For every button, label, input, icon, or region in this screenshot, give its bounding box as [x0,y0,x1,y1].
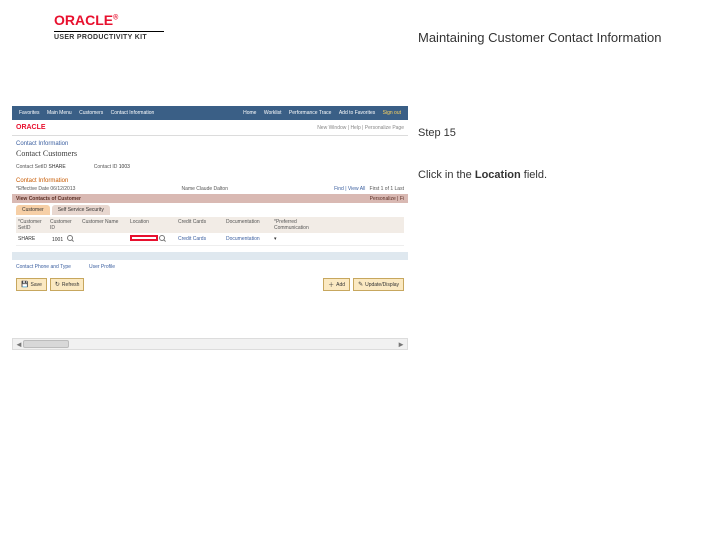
save-icon: 💾 [21,281,28,288]
nav-link[interactable]: Worklist [264,110,282,116]
collapsed-section[interactable] [12,252,408,260]
nav-item[interactable]: Contact Information [111,110,155,116]
scroll-thumb[interactable] [23,340,69,348]
link-phone-type[interactable]: Contact Phone and Type [16,264,71,270]
grid-header-bar: View Contacts of Customer Personalize | … [12,194,408,203]
location-field-highlight[interactable] [130,235,158,241]
nav-link[interactable]: Add to Favorites [339,110,375,116]
oracle-logo-small: ORACLE [16,124,46,131]
nav-link[interactable]: Home [243,110,256,116]
cell-custid[interactable]: 1001 [48,235,80,243]
tab-customer[interactable]: Customer [16,205,50,215]
add-label: Add [336,282,345,288]
nav-link-signout[interactable]: Sign out [383,110,401,116]
col-docu: Documentation [224,219,272,231]
update-button[interactable]: ✎Update/Display [353,278,404,291]
value-effdate: 06/12/2013 [50,186,75,192]
nav-item[interactable]: Main Menu [47,110,72,116]
grid-title: View Contacts of Customer [16,196,81,202]
link-user-profile[interactable]: User Profile [89,264,115,270]
action-buttons: 💾Save ↻Refresh ＋Add ✎Update/Display [16,278,404,291]
top-nav: Favorites Main Menu Customers Contact In… [12,106,408,120]
meta-row: *Effective Date 06/12/2013 Name Claude D… [16,186,404,192]
grid-tabs: Customer Self Service Security [16,205,404,215]
page-heading: Contact Customers [16,149,404,158]
logo-row: ORACLE New Window | Help | Personalize P… [12,120,408,136]
refresh-icon: ↻ [55,281,60,288]
step-text: Click in the Location field. [418,169,708,181]
left-buttons: 💾Save ↻Refresh [16,278,84,291]
nav-right: Home Worklist Performance Trace Add to F… [240,110,404,116]
brand-bar: ORACLE® USER PRODUCTIVITY KIT [54,12,164,41]
step-text-prefix: Click in the [418,169,475,181]
col-setid: *Customer SetID [16,219,48,231]
grid-personalize[interactable]: Personalize | Fi [370,196,404,202]
page-utility-links[interactable]: New Window | Help | Personalize Page [317,125,404,131]
nav-link[interactable]: Performance Trace [289,110,332,116]
bottom-links: Contact Phone and Type User Profile [16,264,404,270]
col-cards: Credit Cards [176,219,224,231]
step-label: Step 15 [418,127,708,139]
col-custid: Customer ID [48,219,80,231]
app-screenshot: Favorites Main Menu Customers Contact In… [12,106,408,320]
label-effdate: *Effective Date [16,186,49,192]
step-text-bold: Location [475,169,521,181]
col-location: Location [128,219,176,231]
instruction-column: Maintaining Customer Contact Information… [418,0,708,181]
tab-selfservice[interactable]: Self Service Security [52,205,110,215]
col-custname: Customer Name [80,219,128,231]
cell-comm[interactable]: ▾ [272,236,304,242]
save-label: Save [30,282,41,288]
nav-left: Favorites Main Menu Customers Contact In… [16,110,157,116]
col-comm: *Preferred Communication [272,219,311,231]
update-icon: ✎ [358,281,363,288]
step-text-suffix: field. [521,169,547,181]
grid-head: *Customer SetID Customer ID Customer Nam… [16,217,404,233]
logo-tm: ® [113,14,118,21]
find-link[interactable]: Find | View All [334,186,365,192]
brand-subtitle: USER PRODUCTIVITY KIT [54,34,164,41]
update-label: Update/Display [365,282,399,288]
label-setid: Contact SetID [16,164,47,170]
cell-custid-val: 1001 [50,237,65,243]
nav-item[interactable]: Favorites [19,110,40,116]
value-name: Claude Dalton [196,186,228,192]
right-buttons: ＋Add ✎Update/Display [323,278,404,291]
scroll-left-icon[interactable]: ◄ [15,340,23,349]
scroll-right-icon[interactable]: ► [397,340,405,349]
lookup-icon[interactable] [67,235,73,241]
add-button[interactable]: ＋Add [323,278,350,291]
section-title: Contact Information [16,141,404,147]
page-title: Maintaining Customer Contact Information [418,30,708,45]
add-icon: ＋ [328,280,334,289]
cell-docu[interactable]: Documentation [224,236,272,242]
lookup-icon[interactable] [159,235,165,241]
record-count: First 1 of 1 Last [370,186,404,192]
value-setid: SHARE [49,164,66,170]
cell-location[interactable] [128,235,176,243]
header-form: Contact SetID SHARE Contact ID 1003 [16,164,404,170]
horizontal-scrollbar[interactable]: ◄ ► [12,338,408,350]
cell-cards[interactable]: Credit Cards [176,236,224,242]
cell-setid[interactable]: SHARE [16,236,48,242]
section-contact-info: Contact Information [16,178,404,184]
oracle-logo: ORACLE® [54,12,164,28]
label-contactid: Contact ID [94,164,118,170]
grid: *Customer SetID Customer ID Customer Nam… [16,217,404,246]
table-row: SHARE 1001 Credit Cards Documentation ▾ [16,233,404,246]
label-name: Name [182,186,195,192]
nav-item[interactable]: Customers [79,110,103,116]
brand-rule [54,31,164,32]
logo-text: ORACLE [54,12,113,28]
save-button[interactable]: 💾Save [16,278,47,291]
refresh-button[interactable]: ↻Refresh [50,278,85,291]
value-contactid: 1003 [119,164,130,170]
refresh-label: Refresh [62,282,80,288]
